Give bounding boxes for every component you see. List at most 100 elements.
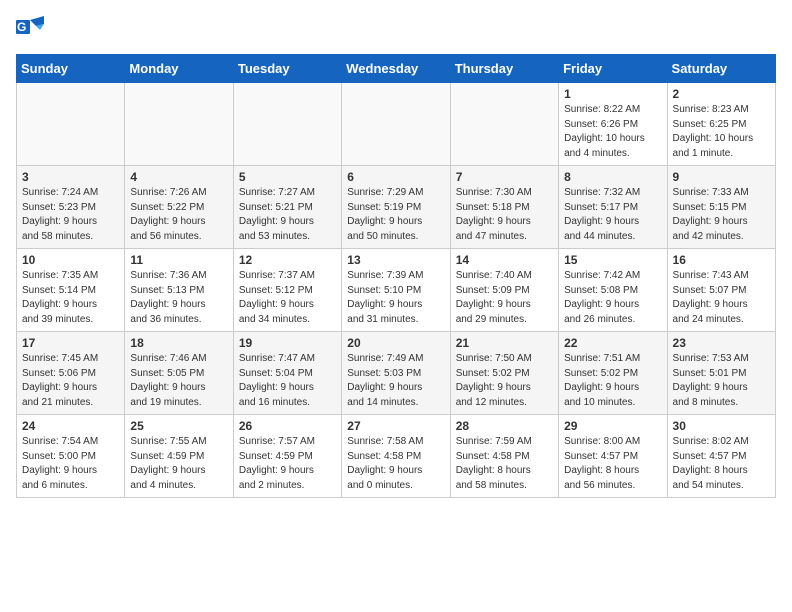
- day-number: 2: [673, 87, 770, 101]
- weekday-header: Saturday: [667, 55, 775, 83]
- day-info: Sunrise: 7:47 AM Sunset: 5:04 PM Dayligh…: [239, 352, 336, 410]
- calendar-day-cell: [233, 83, 341, 166]
- calendar-day-cell: 9 Sunrise: 7:33 AM Sunset: 5:15 PM Daylig…: [667, 166, 775, 249]
- day-info: Sunrise: 7:33 AM Sunset: 5:15 PM Dayligh…: [673, 186, 770, 244]
- day-info: Sunrise: 7:43 AM Sunset: 5:07 PM Dayligh…: [673, 269, 770, 327]
- day-number: 6: [347, 170, 444, 184]
- day-info: Sunrise: 7:35 AM Sunset: 5:14 PM Dayligh…: [22, 269, 119, 327]
- weekday-header: Thursday: [450, 55, 558, 83]
- day-number: 25: [130, 419, 227, 433]
- day-number: 27: [347, 419, 444, 433]
- calendar-day-cell: 15 Sunrise: 7:42 AM Sunset: 5:08 PM Dayli…: [559, 249, 667, 332]
- day-number: 18: [130, 336, 227, 350]
- weekday-header: Friday: [559, 55, 667, 83]
- calendar-day-cell: 19 Sunrise: 7:47 AM Sunset: 5:04 PM Dayli…: [233, 332, 341, 415]
- calendar-day-cell: 11Sunrise: 7:36 AM Sunset: 5:13 PM Dayli…: [125, 249, 233, 332]
- day-number: 7: [456, 170, 553, 184]
- calendar-day-cell: 27 Sunrise: 7:58 AM Sunset: 4:58 PM Dayli…: [342, 415, 450, 498]
- day-info: Sunrise: 7:42 AM Sunset: 5:08 PM Dayligh…: [564, 269, 661, 327]
- day-info: Sunrise: 8:00 AM Sunset: 4:57 PM Dayligh…: [564, 435, 661, 493]
- calendar-week-row: 10Sunrise: 7:35 AM Sunset: 5:14 PM Dayli…: [17, 249, 776, 332]
- day-info: Sunrise: 7:59 AM Sunset: 4:58 PM Dayligh…: [456, 435, 553, 493]
- calendar-day-cell: 8 Sunrise: 7:32 AM Sunset: 5:17 PM Daylig…: [559, 166, 667, 249]
- day-number: 4: [130, 170, 227, 184]
- day-number: 24: [22, 419, 119, 433]
- calendar-day-cell: 14 Sunrise: 7:40 AM Sunset: 5:09 PM Dayli…: [450, 249, 558, 332]
- day-info: Sunrise: 8:02 AM Sunset: 4:57 PM Dayligh…: [673, 435, 770, 493]
- calendar-table: SundayMondayTuesdayWednesdayThursdayFrid…: [16, 54, 776, 498]
- calendar-day-cell: 2 Sunrise: 8:23 AM Sunset: 6:25 PM Daylig…: [667, 83, 775, 166]
- calendar-week-row: 1Sunrise: 8:22 AM Sunset: 6:26 PM Daylig…: [17, 83, 776, 166]
- day-number: 15: [564, 253, 661, 267]
- day-info: Sunrise: 8:23 AM Sunset: 6:25 PM Dayligh…: [673, 103, 770, 161]
- logo: G: [16, 16, 50, 44]
- day-info: Sunrise: 7:57 AM Sunset: 4:59 PM Dayligh…: [239, 435, 336, 493]
- calendar-day-cell: 22 Sunrise: 7:51 AM Sunset: 5:02 PM Dayli…: [559, 332, 667, 415]
- calendar-day-cell: 1Sunrise: 8:22 AM Sunset: 6:26 PM Daylig…: [559, 83, 667, 166]
- day-info: Sunrise: 7:54 AM Sunset: 5:00 PM Dayligh…: [22, 435, 119, 493]
- day-info: Sunrise: 7:24 AM Sunset: 5:23 PM Dayligh…: [22, 186, 119, 244]
- calendar-day-cell: 6Sunrise: 7:29 AM Sunset: 5:19 PM Daylig…: [342, 166, 450, 249]
- calendar-day-cell: 26 Sunrise: 7:57 AM Sunset: 4:59 PM Dayli…: [233, 415, 341, 498]
- calendar-day-cell: 10Sunrise: 7:35 AM Sunset: 5:14 PM Dayli…: [17, 249, 125, 332]
- weekday-header-row: SundayMondayTuesdayWednesdayThursdayFrid…: [17, 55, 776, 83]
- day-number: 17: [22, 336, 119, 350]
- calendar-day-cell: [450, 83, 558, 166]
- calendar-day-cell: 28 Sunrise: 7:59 AM Sunset: 4:58 PM Dayli…: [450, 415, 558, 498]
- calendar-day-cell: 30 Sunrise: 8:02 AM Sunset: 4:57 PM Dayli…: [667, 415, 775, 498]
- day-number: 19: [239, 336, 336, 350]
- day-number: 29: [564, 419, 661, 433]
- calendar-day-cell: 16 Sunrise: 7:43 AM Sunset: 5:07 PM Dayli…: [667, 249, 775, 332]
- day-info: Sunrise: 7:50 AM Sunset: 5:02 PM Dayligh…: [456, 352, 553, 410]
- day-number: 21: [456, 336, 553, 350]
- day-number: 3: [22, 170, 119, 184]
- calendar-day-cell: 24 Sunrise: 7:54 AM Sunset: 5:00 PM Dayli…: [17, 415, 125, 498]
- page-header: G: [16, 16, 776, 44]
- weekday-header: Tuesday: [233, 55, 341, 83]
- day-info: Sunrise: 7:27 AM Sunset: 5:21 PM Dayligh…: [239, 186, 336, 244]
- day-info: Sunrise: 7:55 AM Sunset: 4:59 PM Dayligh…: [130, 435, 227, 493]
- calendar-day-cell: [17, 83, 125, 166]
- day-number: 9: [673, 170, 770, 184]
- day-info: Sunrise: 7:32 AM Sunset: 5:17 PM Dayligh…: [564, 186, 661, 244]
- calendar-day-cell: 5 Sunrise: 7:27 AM Sunset: 5:21 PM Daylig…: [233, 166, 341, 249]
- calendar-week-row: 17Sunrise: 7:45 AM Sunset: 5:06 PM Dayli…: [17, 332, 776, 415]
- logo-icon: G: [16, 16, 48, 44]
- calendar-day-cell: 21 Sunrise: 7:50 AM Sunset: 5:02 PM Dayli…: [450, 332, 558, 415]
- calendar-day-cell: 13 Sunrise: 7:39 AM Sunset: 5:10 PM Dayli…: [342, 249, 450, 332]
- day-info: Sunrise: 7:39 AM Sunset: 5:10 PM Dayligh…: [347, 269, 444, 327]
- day-number: 26: [239, 419, 336, 433]
- calendar-day-cell: 12Sunrise: 7:37 AM Sunset: 5:12 PM Dayli…: [233, 249, 341, 332]
- day-number: 1: [564, 87, 661, 101]
- svg-text:G: G: [17, 20, 26, 34]
- day-number: 22: [564, 336, 661, 350]
- calendar-day-cell: 20 Sunrise: 7:49 AM Sunset: 5:03 PM Dayli…: [342, 332, 450, 415]
- day-number: 13: [347, 253, 444, 267]
- calendar-day-cell: 25 Sunrise: 7:55 AM Sunset: 4:59 PM Dayli…: [125, 415, 233, 498]
- day-info: Sunrise: 7:49 AM Sunset: 5:03 PM Dayligh…: [347, 352, 444, 410]
- day-number: 14: [456, 253, 553, 267]
- day-info: Sunrise: 7:30 AM Sunset: 5:18 PM Dayligh…: [456, 186, 553, 244]
- day-number: 20: [347, 336, 444, 350]
- calendar-day-cell: [342, 83, 450, 166]
- day-info: Sunrise: 7:37 AM Sunset: 5:12 PM Dayligh…: [239, 269, 336, 327]
- day-info: Sunrise: 7:40 AM Sunset: 5:09 PM Dayligh…: [456, 269, 553, 327]
- day-info: Sunrise: 7:53 AM Sunset: 5:01 PM Dayligh…: [673, 352, 770, 410]
- weekday-header: Sunday: [17, 55, 125, 83]
- day-info: Sunrise: 7:51 AM Sunset: 5:02 PM Dayligh…: [564, 352, 661, 410]
- day-info: Sunrise: 7:58 AM Sunset: 4:58 PM Dayligh…: [347, 435, 444, 493]
- calendar-day-cell: 29 Sunrise: 8:00 AM Sunset: 4:57 PM Dayli…: [559, 415, 667, 498]
- calendar-day-cell: 7 Sunrise: 7:30 AM Sunset: 5:18 PM Daylig…: [450, 166, 558, 249]
- day-info: Sunrise: 7:46 AM Sunset: 5:05 PM Dayligh…: [130, 352, 227, 410]
- calendar-day-cell: 4Sunrise: 7:26 AM Sunset: 5:22 PM Daylig…: [125, 166, 233, 249]
- calendar-week-row: 3 Sunrise: 7:24 AM Sunset: 5:23 PM Daylig…: [17, 166, 776, 249]
- day-number: 8: [564, 170, 661, 184]
- day-number: 30: [673, 419, 770, 433]
- day-info: Sunrise: 7:36 AM Sunset: 5:13 PM Dayligh…: [130, 269, 227, 327]
- day-number: 23: [673, 336, 770, 350]
- day-number: 16: [673, 253, 770, 267]
- day-number: 5: [239, 170, 336, 184]
- calendar-day-cell: 3 Sunrise: 7:24 AM Sunset: 5:23 PM Daylig…: [17, 166, 125, 249]
- weekday-header: Monday: [125, 55, 233, 83]
- day-number: 28: [456, 419, 553, 433]
